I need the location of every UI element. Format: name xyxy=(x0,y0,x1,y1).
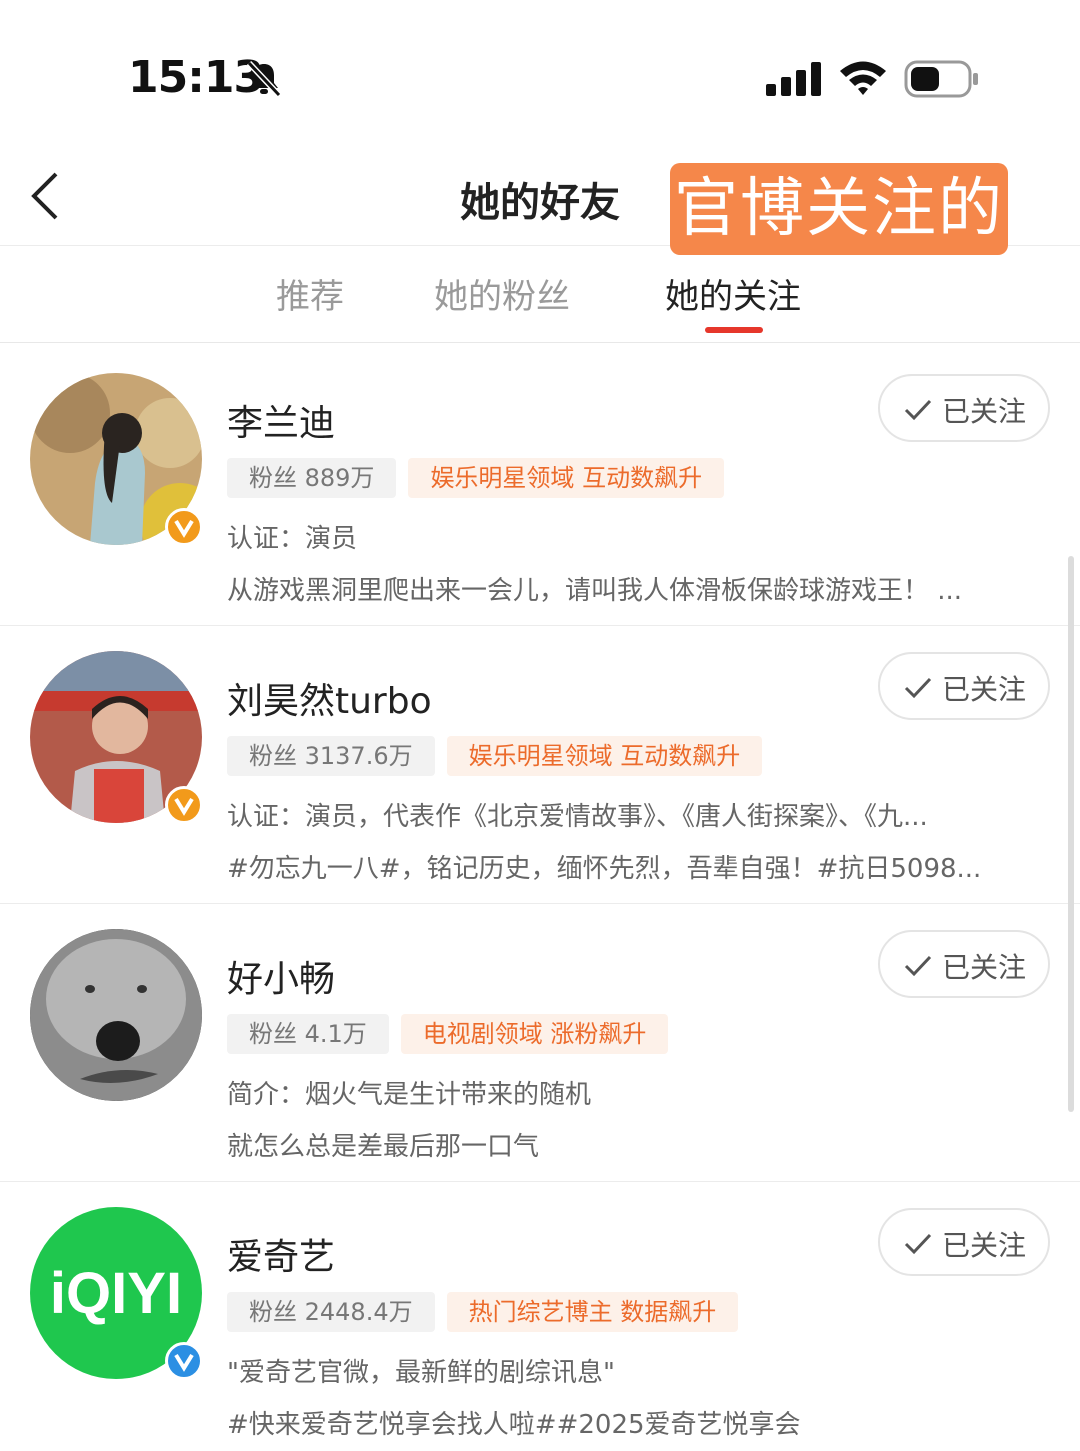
fans-count: 粉丝 889万 xyxy=(227,458,397,498)
domain-tag: 电视剧领域 涨粉飙升 xyxy=(400,1014,669,1054)
bell-muted-icon xyxy=(246,60,282,98)
status-bar: 15:13 xyxy=(0,0,1080,150)
avatar[interactable] xyxy=(30,929,202,1101)
battery-icon xyxy=(904,60,978,98)
verified-badge xyxy=(165,1342,203,1380)
user-description: #快来爱奇艺悦享会找人啦##2025爱奇艺悦享会 xyxy=(227,1410,801,1440)
fans-count: 粉丝 2448.4万 xyxy=(227,1292,435,1332)
user-meta: 粉丝 4.1万 电视剧领域 涨粉飙升 xyxy=(227,1014,669,1054)
user-meta: 粉丝 3137.6万 娱乐明星领域 互动数飙升 xyxy=(227,736,763,776)
list-item[interactable]: 刘昊然turbo 粉丝 3137.6万 娱乐明星领域 互动数飙升 认证：演员，代表… xyxy=(0,626,1080,904)
tab-bar: 推荐 她的粉丝 她的关注 xyxy=(0,247,1080,343)
user-description: 就怎么总是差最后那一口气 xyxy=(227,1132,540,1162)
domain-tag: 娱乐明星领域 互动数飙升 xyxy=(408,458,725,498)
following-button-label: 已关注 xyxy=(942,395,1027,428)
following-list: 李兰迪 粉丝 889万 娱乐明星领域 互动数飙升 认证：演员 从游戏黑洞里爬出来一… xyxy=(0,348,1080,1451)
verified-v-icon xyxy=(174,797,194,816)
list-item[interactable]: iQIYI 爱奇艺 粉丝 2448.4万 热门综艺博主 数据飙升 "爱奇艺官微，最… xyxy=(0,1182,1080,1451)
check-icon xyxy=(904,399,932,421)
tab-her-following[interactable]: 她的关注 xyxy=(665,269,801,318)
nav-bar: 她的好友 官博关注的 xyxy=(0,150,1080,255)
check-icon xyxy=(904,955,932,977)
user-verification: 认证：演员 xyxy=(227,524,358,554)
user-bio: 简介：烟火气是生计带来的随机 xyxy=(227,1080,592,1110)
domain-tag: 娱乐明星领域 互动数飙升 xyxy=(446,736,763,776)
following-button[interactable]: 已关注 xyxy=(878,652,1050,720)
user-meta: 粉丝 889万 娱乐明星领域 互动数飙升 xyxy=(227,458,725,498)
signal-icon xyxy=(766,62,821,96)
user-name[interactable]: 刘昊然turbo xyxy=(227,672,432,724)
following-button-label: 已关注 xyxy=(942,673,1027,706)
user-description: #勿忘九一八#，铭记历史，缅怀先烈，吾辈自强！#抗日5098... xyxy=(227,854,982,884)
verified-v-icon xyxy=(174,519,194,538)
fans-count: 粉丝 3137.6万 xyxy=(227,736,435,776)
following-button[interactable]: 已关注 xyxy=(878,1208,1050,1276)
annotation-label: 官博关注的 xyxy=(670,163,1008,255)
following-button-label: 已关注 xyxy=(942,951,1027,984)
user-name[interactable]: 好小畅 xyxy=(227,950,335,1002)
following-button[interactable]: 已关注 xyxy=(878,374,1050,442)
tab-her-fans[interactable]: 她的粉丝 xyxy=(434,269,570,318)
wifi-icon xyxy=(840,61,886,95)
active-tab-indicator xyxy=(705,327,763,333)
list-item[interactable]: 好小畅 粉丝 4.1万 电视剧领域 涨粉飙升 简介：烟火气是生计带来的随机 就怎么… xyxy=(0,904,1080,1182)
iqiyi-logo-text: iQIYI xyxy=(50,1261,182,1326)
fans-count: 粉丝 4.1万 xyxy=(227,1014,389,1054)
user-verification: 认证：演员，代表作《北京爱情故事》、《唐人街探案》、《九... xyxy=(227,802,928,832)
tab-recommend[interactable]: 推荐 xyxy=(276,269,344,318)
verified-badge xyxy=(165,508,203,546)
user-name[interactable]: 爱奇艺 xyxy=(227,1228,335,1280)
scrollbar[interactable] xyxy=(1068,556,1074,1112)
following-button[interactable]: 已关注 xyxy=(878,930,1050,998)
user-description: 从游戏黑洞里爬出来一会儿，请叫我人体滑板保龄球游戏王！ ... xyxy=(227,576,963,606)
list-item[interactable]: 李兰迪 粉丝 889万 娱乐明星领域 互动数飙升 认证：演员 从游戏黑洞里爬出来一… xyxy=(0,348,1080,626)
user-meta: 粉丝 2448.4万 热门综艺博主 数据飙升 xyxy=(227,1292,739,1332)
user-name[interactable]: 李兰迪 xyxy=(227,394,335,446)
user-bio: "爱奇艺官微，最新鲜的剧综讯息" xyxy=(227,1358,615,1388)
check-icon xyxy=(904,677,932,699)
domain-tag: 热门综艺博主 数据飙升 xyxy=(446,1292,739,1332)
verified-v-icon xyxy=(174,1353,194,1372)
verified-badge xyxy=(165,786,203,824)
check-icon xyxy=(904,1233,932,1255)
status-time: 15:13 xyxy=(128,52,264,103)
following-button-label: 已关注 xyxy=(942,1229,1027,1262)
